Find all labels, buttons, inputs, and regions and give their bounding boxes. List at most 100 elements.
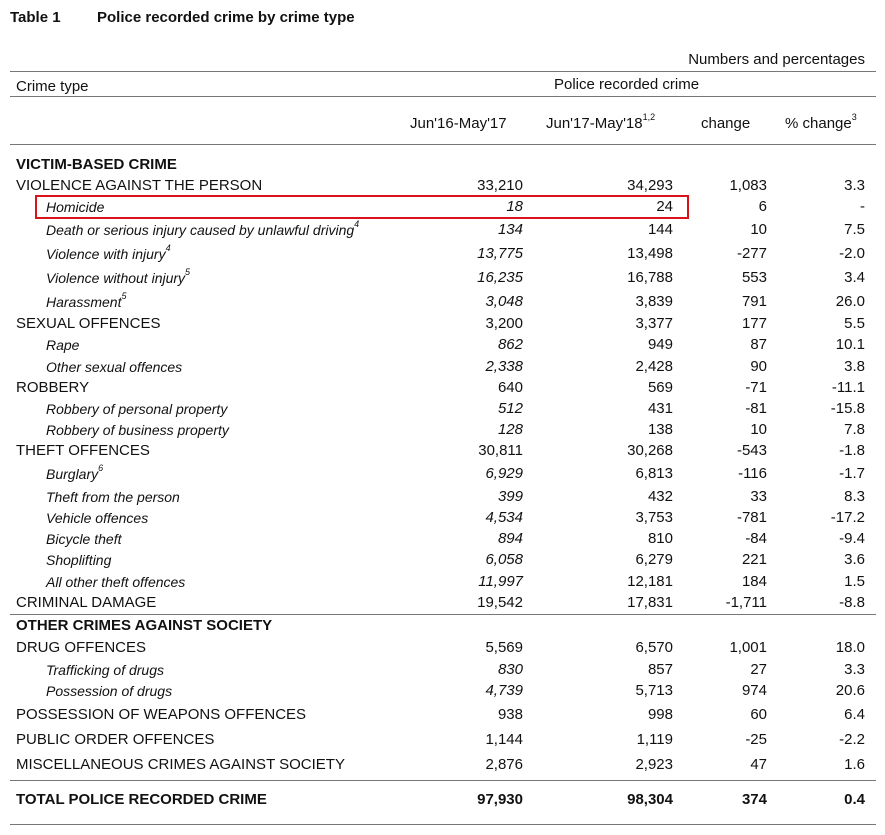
cell-c3: 27 (750, 661, 767, 678)
row-label-text: Rape (46, 337, 80, 353)
cell-c1: 13,775 (477, 245, 523, 262)
row-label: Violence without injury5 (46, 267, 191, 286)
table-row: Burglary6 6,929 6,813 -116 -1.7 (0, 463, 885, 485)
row-label: Robbery of personal property (46, 401, 227, 417)
row-label: VIOLENCE AGAINST THE PERSON (16, 177, 262, 194)
cell-c1: 6,929 (485, 465, 523, 482)
cell-c2: 3,377 (635, 315, 673, 332)
cell-c2: 810 (647, 530, 673, 547)
cell-c3: 10 (750, 421, 767, 438)
row-label: DRUG OFFENCES (16, 639, 146, 656)
row-label-footnote: 4 (354, 219, 360, 229)
cell-c4: 3.4 (844, 269, 865, 286)
cell-c1: 1,144 (485, 731, 523, 748)
cell-c3: -543 (736, 442, 767, 459)
row-label-text: Robbery of personal property (46, 401, 228, 417)
cell-c2: 30,268 (627, 442, 673, 459)
row-label-footnote: 5 (185, 267, 191, 277)
cell-c3: -81 (745, 400, 767, 417)
table-row: SEXUAL OFFENCES 3,200 3,377 177 5.5 (0, 315, 885, 335)
row-label-text: DRUG OFFENCES (16, 639, 147, 656)
cell-c1: 6,058 (485, 551, 523, 568)
row-label-text: Burglary (46, 466, 99, 482)
cell-c2: 17,831 (627, 594, 673, 611)
row-label-footnote: 6 (98, 463, 104, 473)
cell-c3: 974 (741, 682, 767, 699)
cell-c1: 5,569 (485, 639, 523, 656)
row-label-text: Bicycle theft (46, 531, 122, 547)
row-label-text: Shoplifting (46, 552, 112, 568)
cell-c1: 862 (497, 336, 523, 353)
cell-c1: 19,542 (477, 594, 523, 611)
row-label: All other theft offences (46, 574, 185, 590)
cell-c1: 512 (497, 400, 523, 417)
cell-c1: 16,235 (477, 269, 523, 286)
table-row: VIOLENCE AGAINST THE PERSON 33,210 34,293 1… (0, 177, 885, 197)
cell-c3: 791 (741, 293, 767, 310)
total-bottom-rule (10, 824, 876, 825)
row-label-text: PUBLIC ORDER OFFENCES (16, 731, 215, 748)
row-label-text: All other theft offences (46, 574, 186, 590)
row-label-text: VIOLENCE AGAINST THE PERSON (16, 177, 263, 194)
cell-c2: 2,428 (635, 358, 673, 375)
table-row: Trafficking of drugs 830 857 27 3.3 (0, 661, 885, 681)
cell-c2: 3,753 (635, 509, 673, 526)
cell-c1: 2,338 (485, 358, 523, 375)
row-label: SEXUAL OFFENCES (16, 315, 160, 332)
cell-c1: 4,534 (485, 509, 523, 526)
cell-c3: 33 (750, 488, 767, 505)
total-row: TOTAL POLICE RECORDED CRIME 97,930 98,304 3… (0, 791, 885, 811)
cell-c4: 3.3 (844, 177, 865, 194)
row-label-text: Vehicle offences (46, 510, 149, 526)
row-label-text: Possession of drugs (46, 683, 173, 699)
row-label: CRIMINAL DAMAGE (16, 594, 156, 611)
table-row: DRUG OFFENCES 5,569 6,570 1,001 18.0 (0, 639, 885, 659)
cell-c1: 640 (497, 379, 523, 396)
table-row: Death or serious injury caused by unlawf… (0, 219, 885, 241)
row-label-text: THEFT OFFENCES (16, 442, 150, 459)
cell-c1: 3,048 (485, 293, 523, 310)
row-label-footnote: 5 (121, 291, 127, 301)
cell-c3: -84 (745, 530, 767, 547)
row-label-text: OTHER CRIMES AGAINST SOCIETY (16, 617, 273, 634)
cell-c4: -15.8 (830, 400, 865, 417)
cell-c3: -116 (738, 465, 767, 482)
row-label-text: POSSESSION OF WEAPONS OFFENCES (16, 706, 307, 723)
table-row: Other sexual offences 2,338 2,428 90 3.8 (0, 358, 885, 378)
cell-c2: 431 (647, 400, 673, 417)
cell-c3: 47 (750, 756, 767, 773)
cell-c3: 374 (741, 791, 767, 808)
cell-c1: 938 (497, 706, 523, 723)
total-top-rule (10, 780, 876, 781)
table-row: Harassment5 3,048 3,839 791 26.0 (0, 291, 885, 313)
row-label: THEFT OFFENCES (16, 442, 150, 459)
row-label-text: Other sexual offences (46, 359, 183, 375)
row-label: VICTIM-BASED CRIME (16, 156, 177, 173)
row-label: Robbery of business property (46, 422, 229, 438)
cell-c2: 2,923 (635, 756, 673, 773)
cell-c4: -2.2 (839, 731, 865, 748)
cell-c4: -1.7 (839, 465, 865, 482)
row-label: Death or serious injury caused by unlawf… (46, 219, 360, 238)
cell-c4: 3.3 (844, 661, 865, 678)
table-row: Violence without injury5 16,235 16,788 553 3… (0, 267, 885, 289)
cell-c4: 1.6 (844, 756, 865, 773)
row-label: TOTAL POLICE RECORDED CRIME (16, 791, 267, 808)
cell-c2: 138 (647, 421, 673, 438)
row-label: PUBLIC ORDER OFFENCES (16, 731, 214, 748)
row-label-footnote: 4 (165, 243, 171, 253)
cell-c4: -11.1 (831, 379, 865, 396)
row-label-text: Theft from the person (46, 489, 180, 505)
cell-c3: 553 (741, 269, 767, 286)
row-label: Vehicle offences (46, 510, 148, 526)
cell-c1: 830 (497, 661, 523, 678)
cell-c4: 7.5 (844, 221, 865, 238)
cell-c2: 569 (647, 379, 673, 396)
cell-c4: -8.8 (839, 594, 865, 611)
table-row: Vehicle offences 4,534 3,753 -781 -17.2 (0, 509, 885, 529)
cell-c4: 10.1 (835, 336, 865, 353)
cell-c1: 97,930 (477, 791, 523, 808)
row-label-text: CRIMINAL DAMAGE (16, 594, 157, 611)
cell-c1: 3,200 (485, 315, 523, 332)
row-label: Possession of drugs (46, 683, 172, 699)
